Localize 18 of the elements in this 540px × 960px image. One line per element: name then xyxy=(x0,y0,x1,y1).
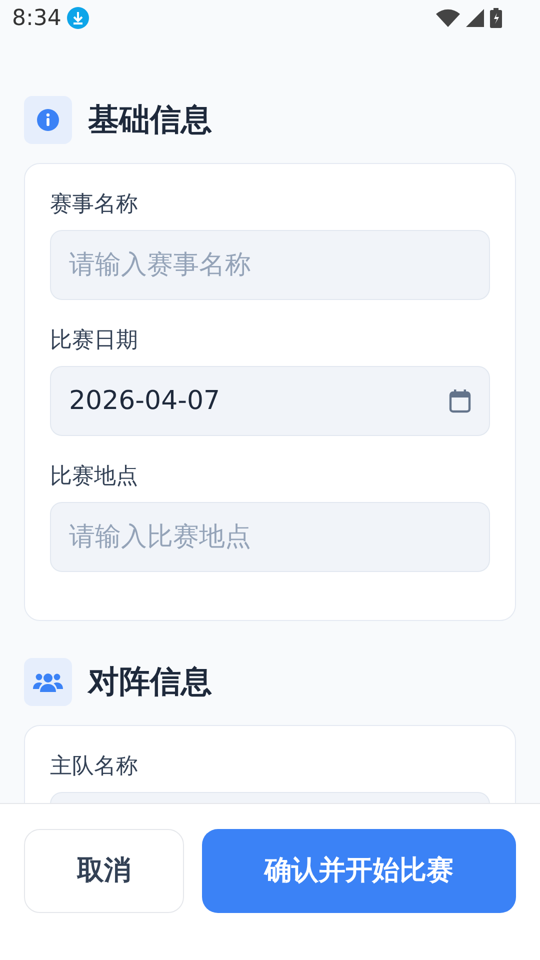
status-time: 8:34 xyxy=(12,4,62,32)
field-label: 主队名称 xyxy=(50,756,139,778)
signal-icon xyxy=(466,9,484,27)
wifi-icon xyxy=(436,9,460,27)
battery-icon xyxy=(490,8,502,28)
section-title: 对阵信息 xyxy=(88,662,212,702)
section-title: 基础信息 xyxy=(88,100,212,140)
text-field[interactable]: 请输入比赛地点 xyxy=(50,502,490,572)
calendar-icon xyxy=(449,389,471,413)
text-field[interactable]: 请输入赛事名称 xyxy=(50,230,490,300)
info-icon xyxy=(36,108,60,132)
field-label: 赛事名称 xyxy=(50,194,139,216)
field-label: 比赛地点 xyxy=(50,466,139,488)
field-label: 比赛日期 xyxy=(50,330,139,352)
confirm-button[interactable]: 确认并开始比赛 xyxy=(202,829,516,913)
date-field[interactable]: 2026-04-07 xyxy=(50,366,490,436)
cancel-button[interactable]: 取消 xyxy=(24,829,184,913)
download-icon xyxy=(67,7,90,29)
